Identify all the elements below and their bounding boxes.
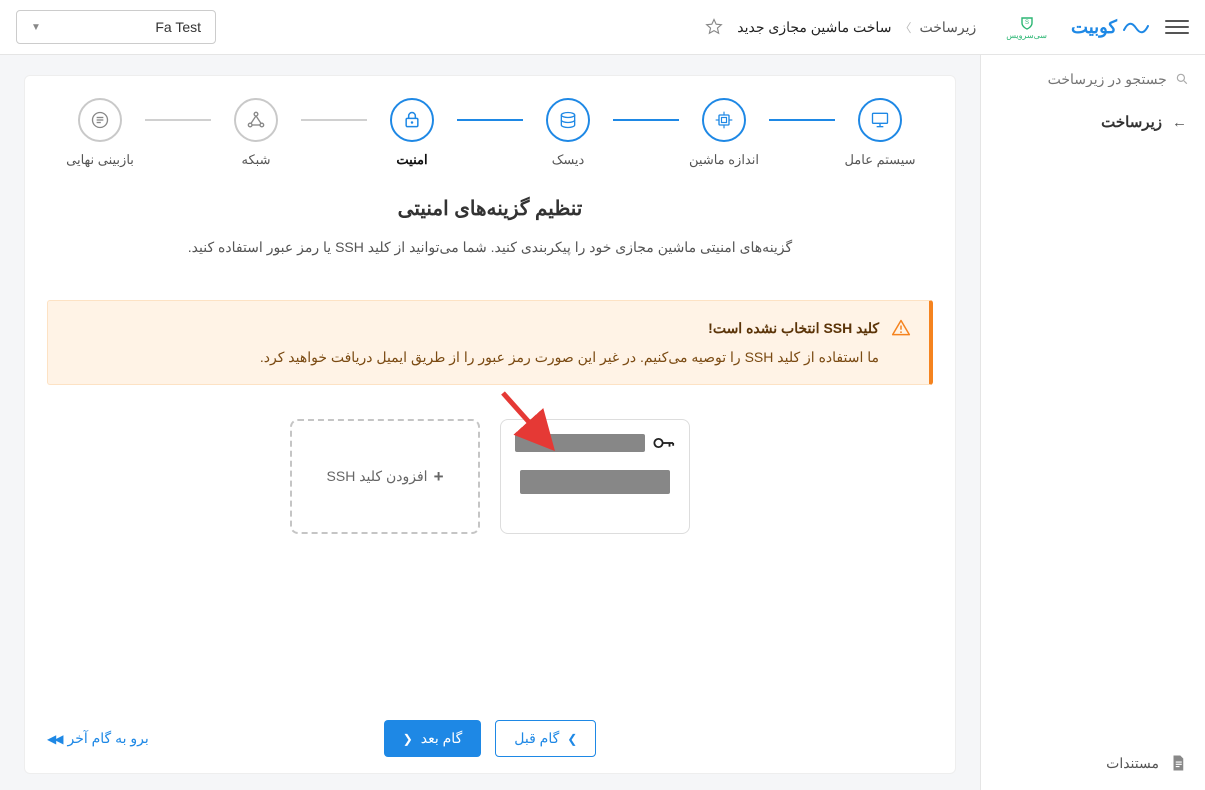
- sidebar-item-infrastructure[interactable]: ← زیرساخت: [981, 97, 1205, 147]
- wave-icon: [1123, 20, 1149, 34]
- brand-name: کوبیت: [1071, 17, 1117, 38]
- search-icon: [1175, 71, 1189, 87]
- add-key-label: افزودن کلید SSH: [327, 468, 428, 485]
- sidebar-item-label: زیرساخت: [1101, 113, 1162, 131]
- cpu-icon: [714, 110, 734, 130]
- page-title: تنظیم گزینه‌های امنیتی: [47, 196, 933, 221]
- sidebar-item-label: مستندات: [1106, 755, 1159, 772]
- lock-icon: [402, 110, 422, 130]
- breadcrumb: زیرساخت 〉 ساخت ماشین مجازی جدید: [705, 18, 976, 36]
- alert-body: ما استفاده از کلید SSH را توصیه می‌کنیم.…: [260, 344, 879, 371]
- menu-toggle[interactable]: [1165, 15, 1189, 39]
- step-network[interactable]: شبکه: [211, 98, 301, 168]
- star-icon[interactable]: [705, 18, 723, 36]
- warning-icon: [891, 318, 911, 338]
- key-icon: [653, 435, 675, 451]
- prev-step-button[interactable]: ❯ گام قبل: [495, 720, 596, 757]
- ssh-key-name-placeholder: [515, 434, 645, 452]
- step-size[interactable]: اندازه ماشین: [679, 98, 769, 168]
- sidebar-search[interactable]: [981, 61, 1205, 97]
- wizard-stepper: سیستم عامل اندازه ماشین دیسک امنیت: [47, 98, 933, 168]
- sidebar: ← زیرساخت مستندات: [980, 55, 1205, 790]
- project-selector[interactable]: Fa Test ▼: [16, 10, 216, 44]
- chevron-right-icon: ❯: [567, 732, 577, 746]
- double-chevron-left-icon: ◀◀: [47, 732, 61, 746]
- step-review[interactable]: بازبینی نهایی: [55, 98, 145, 168]
- project-name: Fa Test: [155, 19, 201, 35]
- ssh-warning-alert: کلید SSH انتخاب نشده است! ما استفاده از …: [47, 300, 933, 385]
- svg-text:S: S: [1025, 20, 1029, 26]
- brand-sub-logo: S سی‌سرویس: [1006, 15, 1047, 40]
- document-icon: [1169, 754, 1187, 772]
- list-icon: [90, 110, 110, 130]
- arrow-left-icon: ←: [1172, 114, 1187, 131]
- caret-down-icon: ▼: [31, 22, 41, 33]
- chevron-left-icon: 〉: [899, 19, 911, 36]
- step-os[interactable]: سیستم عامل: [835, 98, 925, 168]
- alert-title: کلید SSH انتخاب نشده است!: [260, 315, 879, 342]
- step-disk[interactable]: دیسک: [523, 98, 613, 168]
- breadcrumb-root[interactable]: زیرساخت: [919, 19, 976, 36]
- chevron-left-icon: ❮: [403, 732, 413, 746]
- search-input[interactable]: [997, 71, 1167, 87]
- network-icon: [246, 110, 266, 130]
- brand-logo[interactable]: کوبیت: [1071, 17, 1149, 38]
- ssh-key-card[interactable]: [500, 419, 690, 534]
- disk-icon: [558, 110, 578, 130]
- next-step-button[interactable]: گام بعد ❮: [384, 720, 482, 757]
- monitor-icon: [870, 110, 890, 130]
- go-to-last-step-link[interactable]: برو به گام آخر ◀◀: [47, 730, 149, 747]
- ssh-key-fingerprint-placeholder: [520, 470, 670, 494]
- add-ssh-key-button[interactable]: + افزودن کلید SSH: [290, 419, 480, 534]
- breadcrumb-current: ساخت ماشین مجازی جدید: [737, 19, 891, 36]
- plus-icon: +: [434, 467, 444, 487]
- sidebar-item-docs[interactable]: مستندات: [981, 736, 1205, 790]
- step-security[interactable]: امنیت: [367, 98, 457, 168]
- page-description: گزینه‌های امنیتی ماشین مجازی خود را پیکر…: [47, 235, 933, 260]
